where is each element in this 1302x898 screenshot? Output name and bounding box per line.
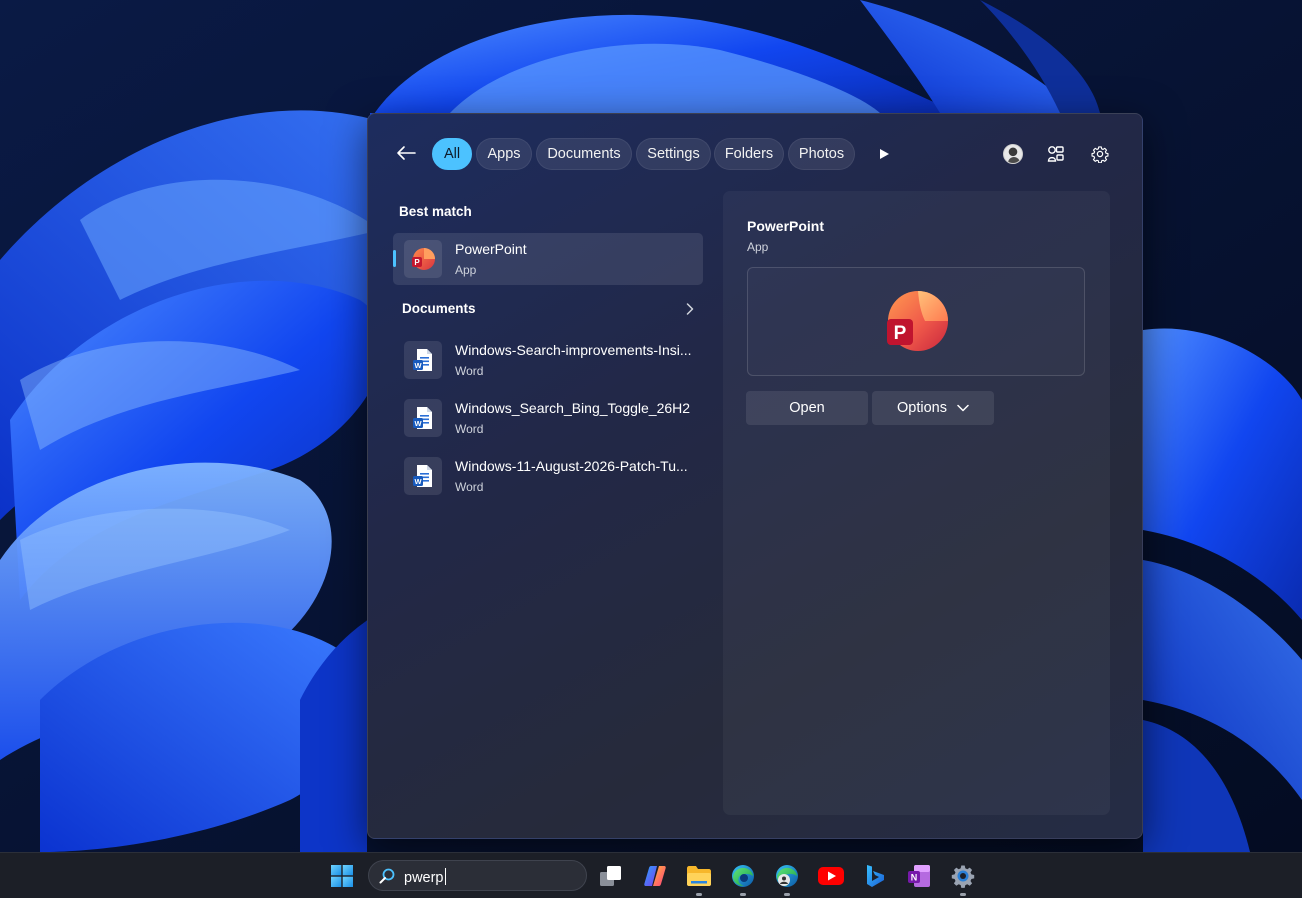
svg-text:P: P [894,323,907,344]
preview-app-card: P [747,267,1085,376]
filter-bar: All Apps Documents Settings Folders Phot… [368,114,1142,194]
chevron-down-icon [957,404,969,412]
svg-text:W: W [414,477,422,486]
documents-heading: Documents [402,301,476,316]
account-avatar-icon [1003,144,1023,164]
word-icon-tile: W [404,341,442,379]
document-type: Word [455,422,484,436]
task-view-icon [600,866,621,886]
powerpoint-icon: P [412,248,435,270]
filter-settings[interactable]: Settings [636,138,711,170]
running-indicator [696,893,702,896]
filter-folders[interactable]: Folders [714,138,784,170]
settings-button[interactable] [1088,142,1112,166]
filter-documents[interactable]: Documents [536,138,632,170]
file-explorer-button[interactable] [683,860,715,896]
documents-more-button[interactable] [682,301,698,317]
more-play-icon [880,149,889,159]
youtube-button[interactable] [815,860,847,892]
youtube-icon [818,867,844,885]
running-indicator [784,893,790,896]
settings-icon [951,865,975,888]
chevron-right-icon [686,303,694,315]
best-match-item[interactable]: P PowerPoint App [393,233,703,285]
selection-accent [393,250,396,267]
more-filters-button[interactable] [874,144,894,164]
copilot-button[interactable] [639,860,671,892]
options-button[interactable]: Options [872,391,994,425]
document-type: Word [455,480,484,494]
taskbar: pwerp N [0,852,1302,898]
word-icon-tile: W [404,457,442,495]
running-indicator [740,893,746,896]
start-icon [331,865,353,887]
onenote-button[interactable]: N [903,860,935,892]
preview-subtitle: App [747,240,769,254]
start-button[interactable] [326,860,358,892]
document-title: Windows-11-August-2026-Patch-Tu... [455,458,688,474]
edge-button[interactable] [727,860,759,896]
search-icon [379,868,395,884]
word-doc-icon: W [413,407,432,429]
open-button[interactable]: Open [746,391,868,425]
filter-photos[interactable]: Photos [788,138,855,170]
copilot-icon [644,866,666,886]
svg-text:W: W [414,361,422,370]
search-flyout: All Apps Documents Settings Folders Phot… [367,113,1143,839]
word-icon-tile: W [404,399,442,437]
best-match-subtitle: App [455,263,477,277]
document-result-item[interactable]: W Windows-11-August-2026-Patch-Tu... Wor… [393,450,703,502]
back-arrow-icon [397,146,416,160]
file-explorer-icon [687,866,711,886]
document-title: Windows-Search-improvements-Insi... [455,342,692,358]
share-connections-icon [1047,146,1064,162]
bing-icon [867,865,884,887]
options-label: Options [897,400,947,416]
document-title: Windows_Search_Bing_Toggle_26H2 [455,400,691,416]
best-match-title: PowerPoint [455,241,527,257]
running-indicator [960,893,966,896]
best-match-heading: Best match [399,204,472,219]
edge-profile-button[interactable] [771,860,803,896]
word-doc-icon: W [413,349,432,371]
settings-app-button[interactable] [947,860,979,896]
gear-icon [1091,146,1109,163]
search-query: pwerp [404,870,444,886]
svg-text:P: P [414,258,420,267]
open-label: Open [789,400,825,416]
preview-pane: PowerPoint App P Open Options [723,191,1110,815]
onenote-icon: N [908,865,930,887]
edge-icon [732,865,754,887]
filter-apps[interactable]: Apps [476,138,532,170]
filter-all[interactable]: All [432,138,472,170]
connections-button[interactable] [1044,142,1068,166]
task-view-button[interactable] [595,860,627,892]
svg-text:W: W [414,419,422,428]
taskbar-search-input[interactable]: pwerp [368,860,587,891]
bing-button[interactable] [859,860,891,892]
powerpoint-icon: P [887,290,948,351]
account-button[interactable] [1001,142,1025,166]
edge-profile-icon [776,865,798,887]
search-query-text: pwerp [404,868,446,886]
word-doc-icon: W [413,465,432,487]
back-button[interactable] [392,139,420,167]
text-caret [444,868,446,885]
powerpoint-icon-tile: P [404,240,442,278]
document-result-item[interactable]: W Windows-Search-improvements-Insi... Wo… [393,334,703,386]
preview-title: PowerPoint [747,218,825,234]
svg-text:N: N [911,873,918,883]
document-type: Word [455,364,484,378]
document-result-item[interactable]: W Windows_Search_Bing_Toggle_26H2 Word [393,392,703,444]
